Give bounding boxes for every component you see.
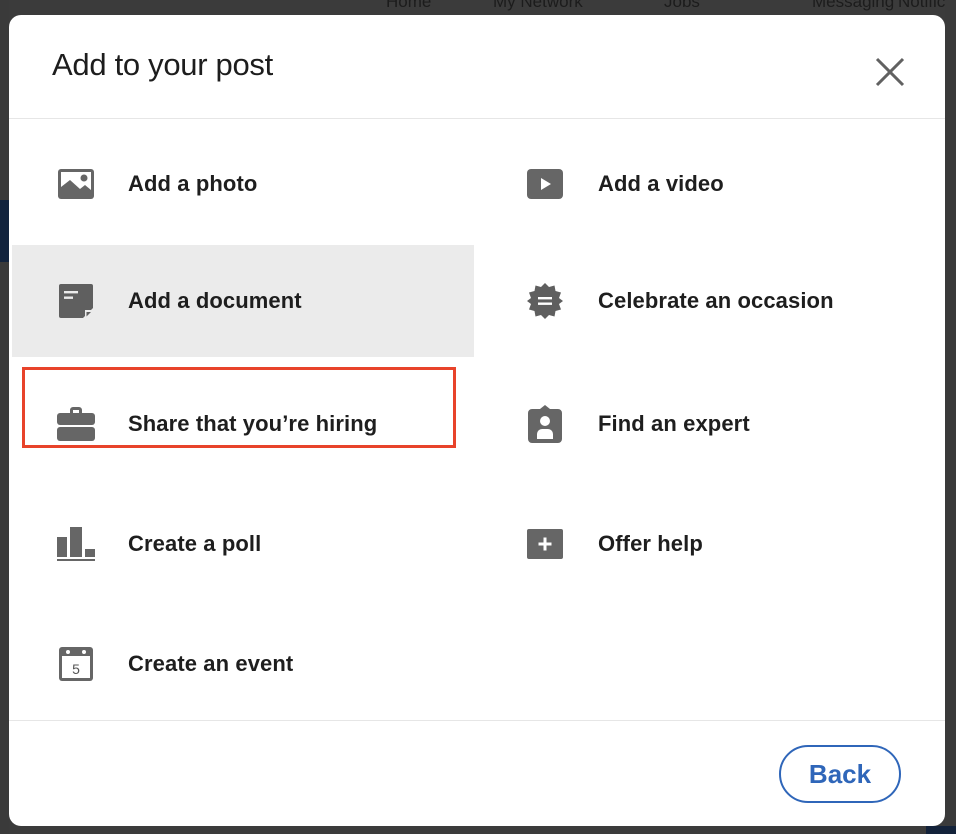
dialog-footer: Back [9, 720, 945, 826]
option-add-photo[interactable]: Add a photo [9, 128, 475, 240]
option-label: Add a video [598, 171, 724, 196]
calendar-icon: 5 [57, 645, 95, 683]
post-options-grid: Add a photo Add a video Add a document C… [9, 120, 945, 720]
document-icon [57, 282, 95, 320]
option-celebrate-occasion[interactable]: Celebrate an occasion [479, 245, 945, 357]
plus-box-icon [526, 525, 564, 563]
option-share-hiring[interactable]: Share that you’re hiring [9, 368, 475, 480]
option-create-poll[interactable]: Create a poll [9, 488, 475, 600]
add-to-post-dialog: Add to your post Add a photo Add a video… [9, 15, 945, 826]
background-blue-block [0, 200, 9, 262]
option-add-video[interactable]: Add a video [479, 128, 945, 240]
option-label: Share that you’re hiring [128, 411, 378, 436]
close-button[interactable] [873, 55, 907, 89]
option-label: Add a photo [128, 171, 258, 196]
option-offer-help[interactable]: Offer help [479, 488, 945, 600]
bg-nav-jobs: Jobs [664, 0, 700, 11]
background-nav: Home My Network Jobs Messaging Notificat… [386, 0, 956, 12]
celebrate-badge-icon [526, 282, 564, 320]
option-find-expert[interactable]: Find an expert [479, 368, 945, 480]
bg-nav-home: Home [386, 0, 432, 11]
option-label: Create a poll [128, 531, 262, 556]
option-label: Celebrate an occasion [598, 288, 834, 313]
dialog-title: Add to your post [52, 47, 273, 82]
option-label: Add a document [128, 288, 302, 313]
background-right-edge [945, 0, 956, 834]
video-play-icon [526, 165, 564, 203]
option-label: Offer help [598, 531, 703, 556]
background-left-edge [0, 0, 9, 834]
option-label: Find an expert [598, 411, 750, 436]
back-button[interactable]: Back [779, 745, 901, 803]
close-icon [875, 57, 905, 87]
background-bottom-block [926, 826, 956, 834]
briefcase-icon [57, 405, 95, 443]
bg-nav-messaging: Messaging [812, 0, 895, 11]
calendar-day: 5 [72, 661, 80, 677]
poll-chart-icon [57, 525, 95, 563]
dialog-header: Add to your post [9, 15, 945, 119]
option-add-document[interactable]: Add a document [12, 245, 474, 357]
bg-nav-network: My Network [493, 0, 583, 11]
image-icon [57, 165, 95, 203]
option-label: Create an event [128, 651, 294, 676]
expert-badge-icon [526, 405, 564, 443]
option-create-event[interactable]: 5 Create an event [9, 608, 475, 720]
